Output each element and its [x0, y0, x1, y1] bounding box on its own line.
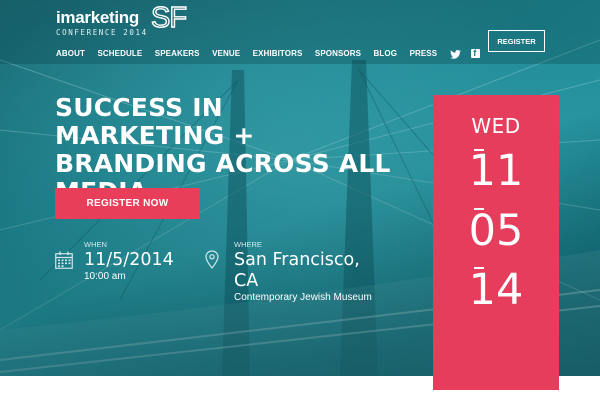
event-time: 10:00 am — [84, 271, 126, 282]
map-pin-icon — [205, 250, 219, 269]
logo-wordmark: imarketing — [56, 8, 139, 27]
logo-sf-mark: SF — [150, 2, 187, 34]
where-label: WHERE — [234, 240, 262, 249]
main-nav: ABOUT SCHEDULE SPEAKERS VENUE EXHIBITORS… — [56, 44, 490, 63]
when-label: WHEN — [84, 240, 107, 249]
date-card-year: 14 — [468, 265, 524, 315]
facebook-icon[interactable] — [470, 48, 480, 58]
date-card-month: 11 — [468, 146, 524, 196]
nav-item-sponsors[interactable]: SPONSORS — [315, 49, 361, 58]
nav-item-speakers[interactable]: SPEAKERS — [155, 49, 200, 58]
event-city: San Francisco, CA — [234, 250, 360, 291]
nav-item-press[interactable]: PRESS — [410, 49, 438, 58]
twitter-icon[interactable] — [449, 44, 461, 63]
nav-item-about[interactable]: ABOUT — [56, 49, 85, 58]
event-venue[interactable]: Contemporary Jewish Museum — [234, 292, 372, 303]
nav-item-schedule[interactable]: SCHEDULE — [97, 49, 142, 58]
register-now-button[interactable]: REGISTER NOW — [55, 188, 200, 219]
logo-subtitle: CONFERENCE 2014 — [56, 28, 148, 37]
nav-item-venue[interactable]: VENUE — [212, 49, 240, 58]
date-card-day: 05 — [468, 206, 524, 256]
nav-item-exhibitors[interactable]: EXHIBITORS — [253, 49, 303, 58]
register-button[interactable]: REGISTER — [488, 30, 545, 52]
calendar-icon — [55, 251, 73, 269]
event-date: 11/5/2014 — [84, 250, 174, 270]
date-card: WED 11 05 14 — [433, 95, 559, 390]
nav-item-blog[interactable]: BLOG — [374, 49, 398, 58]
date-card-weekday: WED — [471, 114, 521, 138]
